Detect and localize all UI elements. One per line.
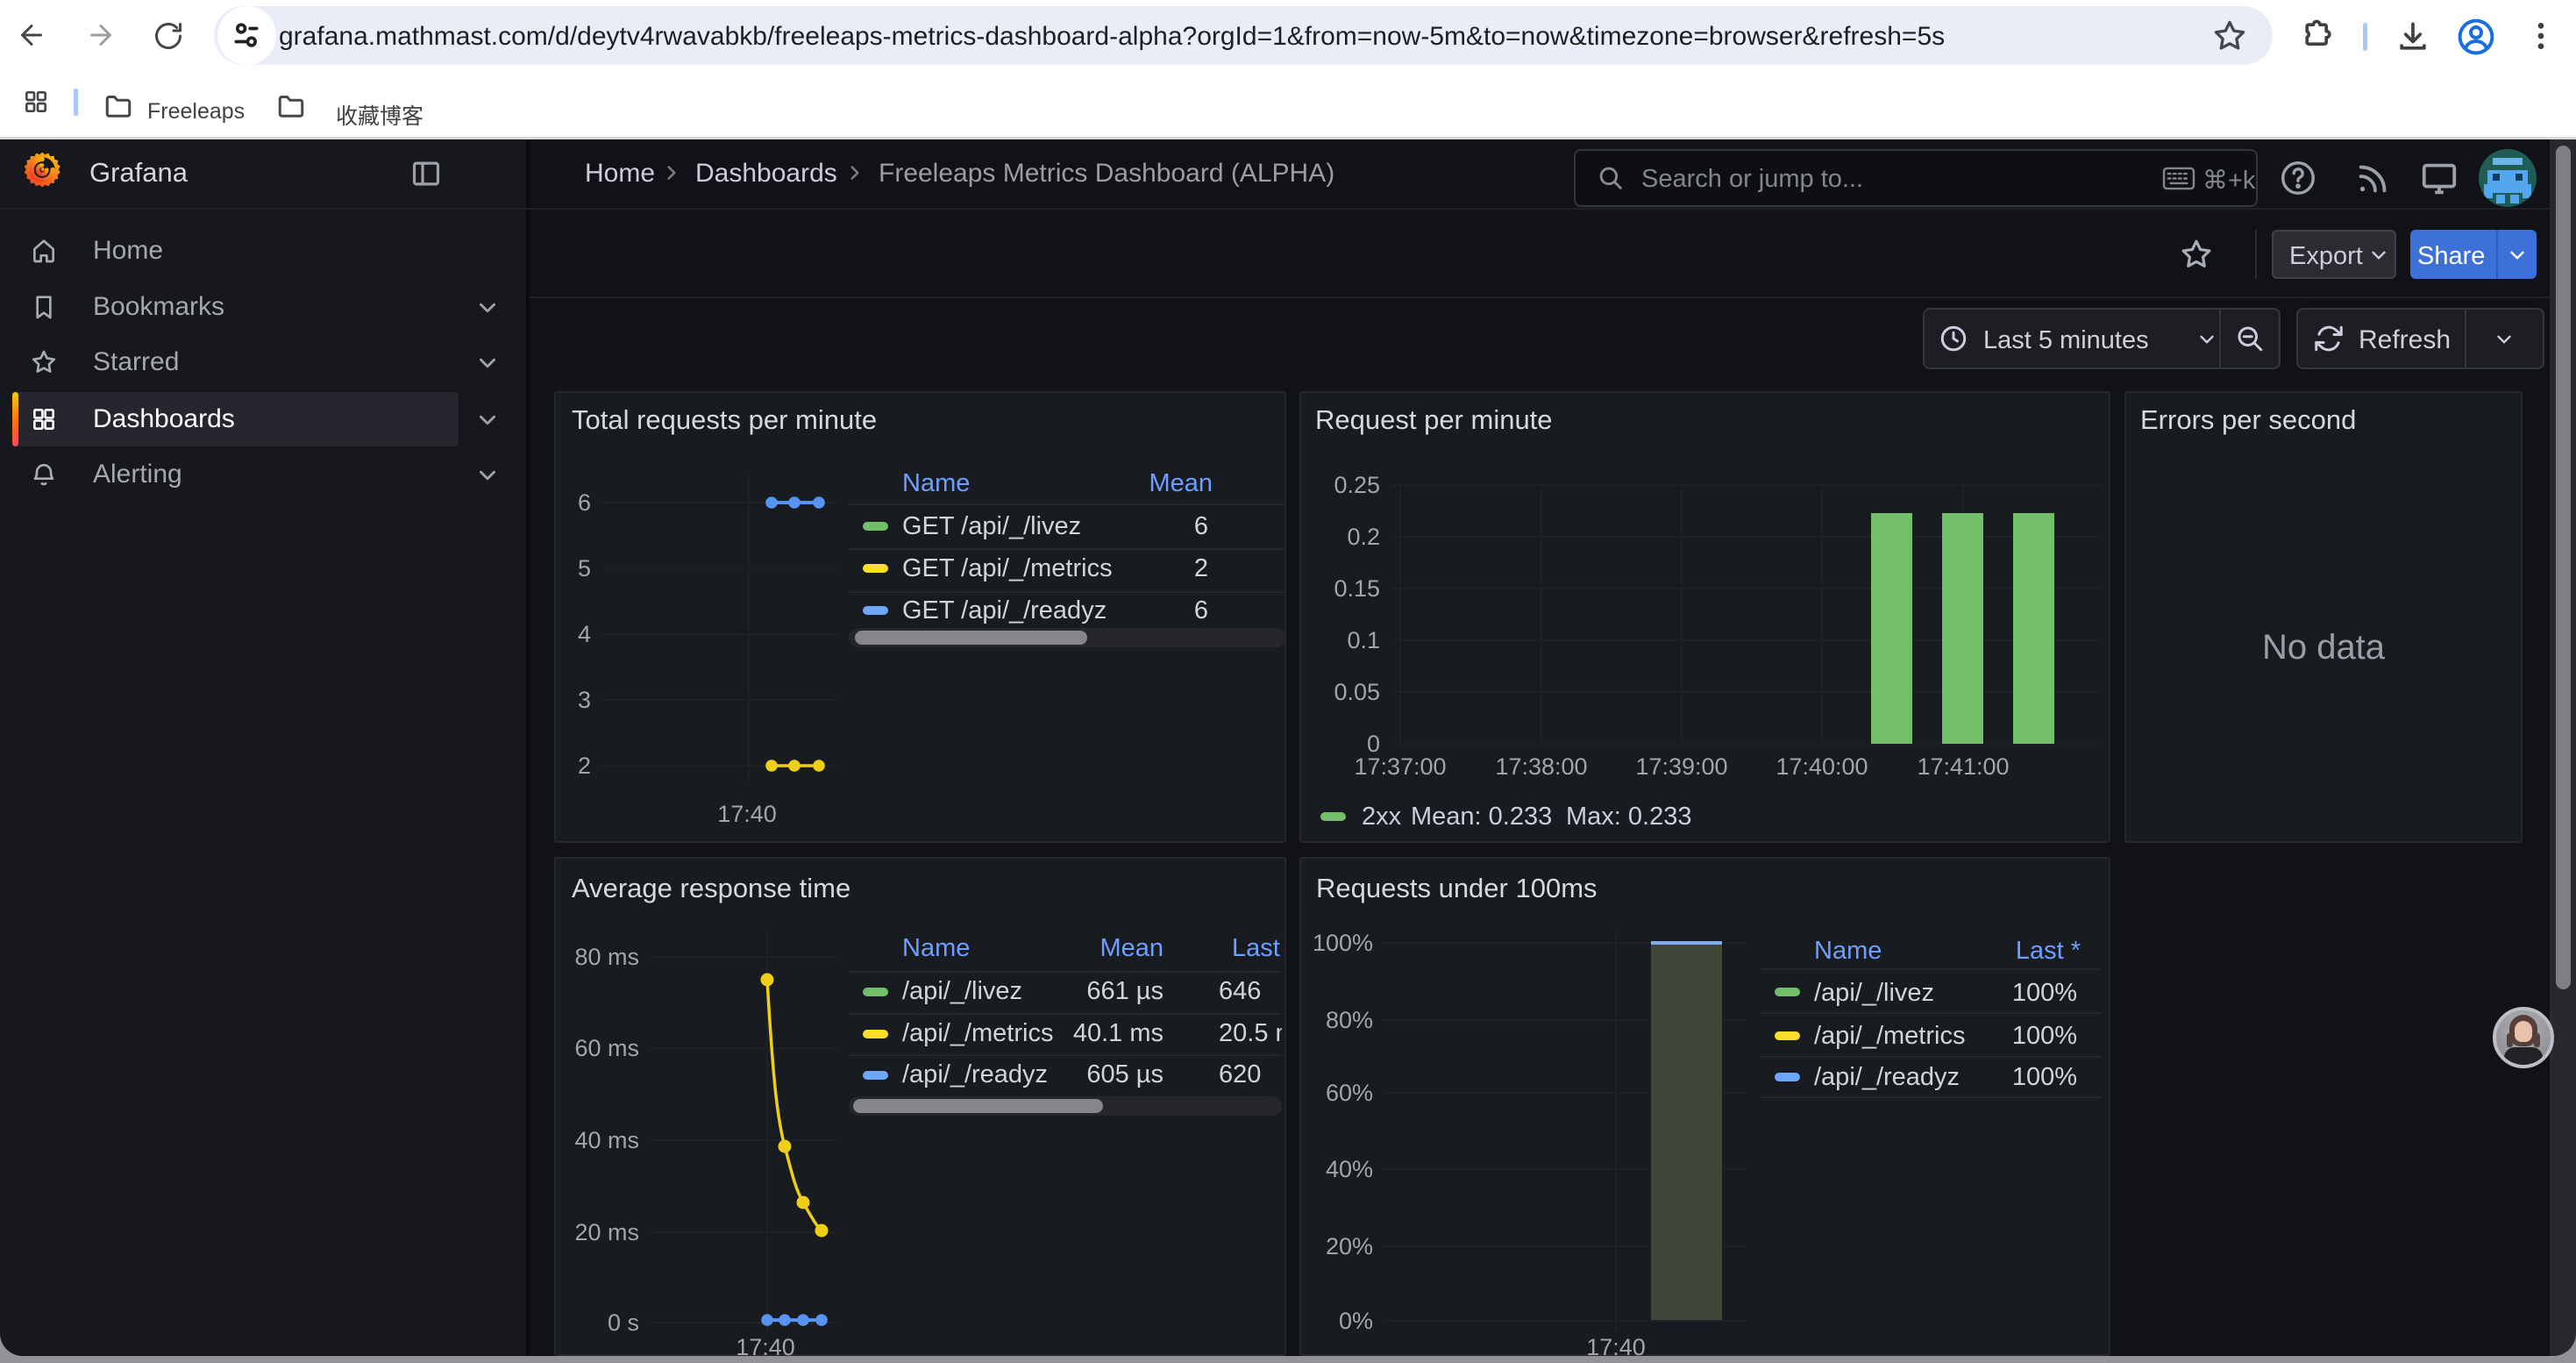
svg-text:2: 2 [578, 753, 591, 779]
svg-text:80 ms: 80 ms [574, 944, 639, 970]
svg-text:17:39:00: 17:39:00 [1635, 753, 1727, 780]
svg-text:17:41:00: 17:41:00 [1917, 753, 2009, 780]
svg-text:40%: 40% [1326, 1156, 1373, 1182]
svg-text:20 ms: 20 ms [574, 1219, 639, 1245]
svg-text:17:40:00: 17:40:00 [1775, 753, 1868, 780]
svg-text:80%: 80% [1326, 1007, 1373, 1033]
svg-text:0.25: 0.25 [1334, 472, 1380, 498]
svg-text:20%: 20% [1326, 1233, 1373, 1260]
svg-text:6: 6 [578, 489, 591, 516]
svg-text:17:38:00: 17:38:00 [1495, 753, 1587, 780]
svg-text:4: 4 [578, 621, 591, 647]
svg-text:0%: 0% [1339, 1308, 1373, 1334]
svg-text:17:40: 17:40 [1586, 1334, 1646, 1356]
svg-text:3: 3 [578, 687, 591, 713]
svg-text:0.05: 0.05 [1334, 679, 1380, 705]
svg-text:40 ms: 40 ms [574, 1127, 639, 1153]
svg-text:60%: 60% [1326, 1080, 1373, 1106]
svg-text:5: 5 [578, 555, 591, 582]
svg-text:0 s: 0 s [608, 1309, 639, 1336]
svg-text:0.1: 0.1 [1347, 627, 1380, 653]
svg-text:60 ms: 60 ms [574, 1035, 639, 1061]
svg-text:100%: 100% [1313, 930, 1373, 956]
svg-text:17:40: 17:40 [717, 801, 777, 827]
svg-text:0.2: 0.2 [1347, 524, 1380, 550]
svg-text:17:37:00: 17:37:00 [1354, 753, 1446, 780]
svg-text:17:40: 17:40 [736, 1334, 795, 1356]
svg-text:0.15: 0.15 [1334, 575, 1380, 602]
